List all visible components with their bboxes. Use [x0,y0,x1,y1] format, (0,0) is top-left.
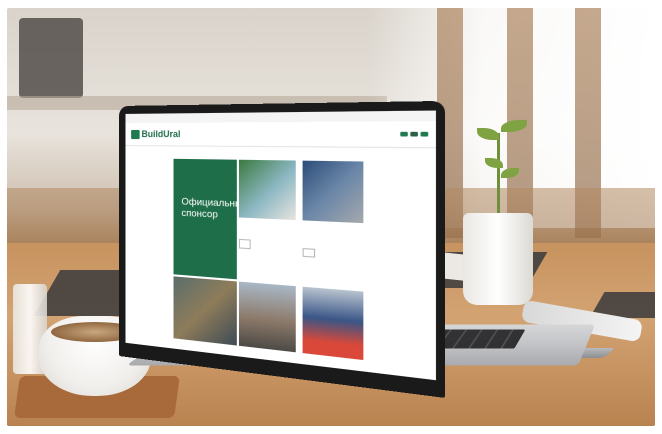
logo-text: BuildUral [141,128,181,140]
plant-pot [463,213,533,305]
site-header: BuildUral [125,121,436,149]
sponsor-text: Официальный спонсор [181,196,248,221]
plant-stem [497,133,500,215]
header-button[interactable] [410,131,418,137]
news-photo[interactable] [302,286,364,361]
news-card [302,225,364,261]
news-title-line[interactable] [303,230,364,248]
read-more-button[interactable] [302,247,316,258]
news-photo[interactable] [238,281,296,353]
news-title-line[interactable] [239,226,296,239]
photo-scene: BuildUral Официальный спонсор [7,8,655,426]
coffee-machine [19,18,83,98]
header-buttons [400,131,429,137]
laptop-lid: BuildUral Официальный спонсор [119,100,446,398]
read-more-button[interactable] [238,239,252,249]
sponsor-banner[interactable]: Официальный спонсор [173,158,248,280]
logo-icon [131,129,140,139]
site-logo[interactable]: BuildUral [131,129,180,139]
news-grid: Официальный спонсор [173,158,408,372]
news-card [238,222,296,252]
breadcrumb [126,146,436,155]
header-button[interactable] [400,131,408,137]
header-button[interactable] [420,131,429,137]
news-photo[interactable] [302,160,364,224]
news-photo[interactable] [173,276,237,346]
laptop-screen: BuildUral Официальный спонсор [125,110,436,381]
news-photo[interactable] [238,159,296,221]
